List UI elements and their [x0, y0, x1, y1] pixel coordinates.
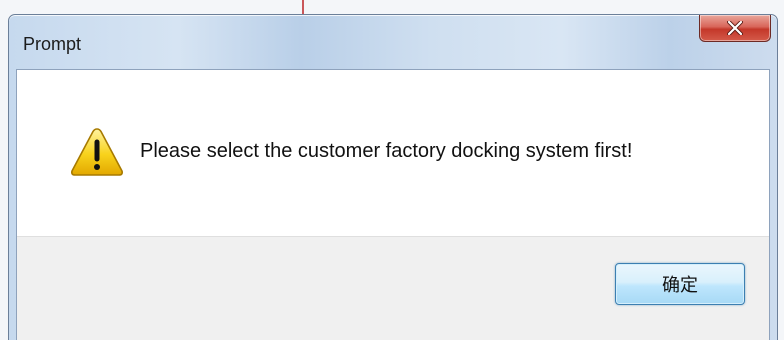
- close-icon: [727, 21, 743, 35]
- dialog-title: Prompt: [23, 34, 82, 54]
- message-area: Please select the customer factory docki…: [17, 70, 769, 236]
- prompt-dialog: Prompt Please select the customer factor…: [8, 14, 778, 340]
- dialog-titlebar[interactable]: Prompt: [9, 15, 777, 69]
- warning-icon: [71, 128, 123, 176]
- dialog-client-area: Please select the customer factory docki…: [16, 69, 770, 340]
- screen: Prompt Please select the customer factor…: [0, 0, 784, 340]
- dialog-message: Please select the customer factory docki…: [140, 140, 633, 162]
- button-bar: 确定: [17, 236, 769, 340]
- close-button[interactable]: [699, 15, 771, 42]
- ok-button[interactable]: 确定: [615, 263, 745, 305]
